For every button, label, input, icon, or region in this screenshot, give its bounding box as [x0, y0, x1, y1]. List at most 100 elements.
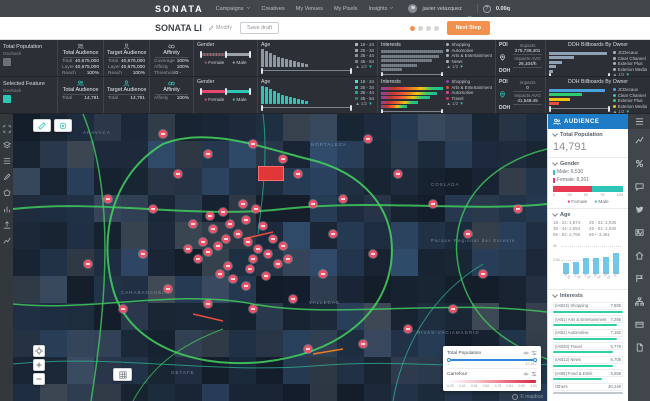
nav-creatives[interactable]: Creatives — [262, 6, 285, 12]
billboard-marker[interactable] — [264, 250, 272, 258]
strip-chart-button[interactable] — [628, 129, 650, 152]
interest-item[interactable]: (IAB1) Arts & Entertainment7,286 — [553, 315, 623, 326]
billboard-marker[interactable] — [249, 305, 257, 313]
strip-flag-button[interactable] — [628, 267, 650, 290]
nav-my-pixels[interactable]: My Pixels — [334, 6, 358, 12]
nav-my-venues[interactable]: My Venues — [296, 6, 323, 12]
billboard-marker[interactable] — [294, 170, 302, 178]
legend-pager[interactable]: ▲ 1/2 ▼ — [446, 64, 492, 70]
billboard-marker[interactable] — [104, 195, 112, 203]
billboard-marker[interactable] — [394, 170, 402, 178]
billboard-marker[interactable] — [189, 220, 197, 228]
billboard-marker[interactable] — [239, 200, 247, 208]
slider-handle-left[interactable] — [200, 51, 202, 58]
slider-handle-mid[interactable] — [225, 88, 227, 95]
wizard-step-1[interactable] — [410, 26, 415, 31]
gender-range-slider[interactable] — [201, 90, 250, 93]
sliders-icon[interactable] — [531, 350, 537, 356]
billboard-marker[interactable] — [429, 200, 437, 208]
billboard-marker[interactable] — [319, 270, 327, 278]
billboard-marker[interactable] — [214, 242, 222, 250]
billboard-marker[interactable] — [329, 230, 337, 238]
billboard-marker[interactable] — [204, 300, 212, 308]
billboard-marker[interactable] — [216, 270, 224, 278]
slider-handle-left[interactable] — [200, 88, 202, 95]
billboard-marker[interactable] — [222, 235, 230, 243]
billboard-marker[interactable] — [199, 238, 207, 246]
billboard-marker[interactable] — [119, 305, 127, 313]
billboard-marker[interactable] — [369, 250, 377, 258]
doh-range-slider[interactable] — [549, 108, 610, 109]
billboard-marker[interactable] — [234, 230, 242, 238]
billboard-marker[interactable] — [164, 285, 172, 293]
billboard-marker[interactable] — [279, 155, 287, 163]
zoom-in-button[interactable] — [33, 359, 45, 371]
nav-insights[interactable]: Insights — [368, 5, 394, 12]
billboard-marker[interactable] — [262, 272, 270, 280]
billboard-marker[interactable] — [204, 248, 212, 256]
billboard-marker[interactable] — [139, 250, 147, 258]
radius-tool-button[interactable] — [54, 119, 72, 132]
billboard-marker[interactable] — [339, 195, 347, 203]
next-step-button[interactable]: Next Step — [447, 21, 490, 35]
billboard-marker[interactable] — [359, 340, 367, 348]
user-avatar[interactable] — [408, 4, 417, 13]
billboard-marker[interactable] — [209, 225, 217, 233]
sliders-icon[interactable] — [531, 371, 537, 377]
selected-geohash-cell[interactable] — [258, 166, 284, 181]
billboard-marker[interactable] — [224, 262, 232, 270]
interest-item[interactable]: (IAB20) Travel6,778 — [553, 342, 623, 353]
slider-handle-right[interactable] — [441, 109, 443, 114]
pencil-icon[interactable] — [3, 168, 11, 177]
geolocate-button[interactable] — [33, 345, 45, 357]
billboard-marker[interactable] — [242, 216, 250, 224]
billboard-marker[interactable] — [254, 245, 262, 253]
billboard-marker[interactable] — [289, 295, 297, 303]
help-icon[interactable]: ? — [483, 5, 491, 13]
billboard-marker[interactable] — [219, 208, 227, 216]
slider-handle-right[interactable] — [249, 88, 251, 95]
strip-card-button[interactable] — [628, 313, 650, 336]
billboard-marker[interactable] — [206, 212, 214, 220]
slider-handle-left[interactable] — [381, 72, 383, 77]
interests-header[interactable]: Interests — [553, 293, 623, 299]
interest-item[interactable]: (IAB2) Automotive7,182 — [553, 329, 623, 340]
billboard-marker[interactable] — [204, 150, 212, 158]
billboard-marker[interactable] — [404, 325, 412, 333]
gender-header[interactable]: Gender — [553, 161, 623, 167]
affinity-gradient-bar[interactable] — [448, 380, 536, 383]
billboard-marker[interactable] — [159, 130, 167, 138]
interest-item[interactable]: Others40,249 — [553, 383, 623, 394]
doh-range-slider[interactable] — [549, 76, 610, 77]
billboard-marker[interactable] — [226, 220, 234, 228]
wizard-step-3[interactable] — [426, 26, 431, 31]
strip-sitemap-button[interactable] — [628, 290, 650, 313]
slider-handle-left[interactable] — [549, 106, 551, 112]
billboard-marker[interactable] — [249, 255, 257, 263]
strip-menu-button[interactable] — [628, 114, 650, 129]
strip-file-button[interactable] — [628, 336, 650, 359]
population-range-slider[interactable] — [448, 359, 536, 361]
slider-handle-left[interactable] — [549, 73, 551, 76]
slider-handle-left[interactable] — [261, 68, 263, 74]
legend-pager[interactable]: ▲ 1/2 ▼ — [355, 101, 374, 107]
slider-handle-right[interactable] — [249, 51, 251, 58]
billboard-marker[interactable] — [259, 222, 267, 230]
interest-item[interactable]: (IAB8) Food & Drink5,558 — [553, 369, 623, 380]
basemap-button[interactable] — [113, 368, 132, 381]
total-population-header[interactable]: Total Population — [553, 132, 623, 138]
gender-range-slider[interactable] — [201, 53, 250, 56]
strip-chat-button[interactable] — [628, 175, 650, 198]
map-canvas[interactable]: Total Population 1 37,917 Carrefour 0.25… — [13, 114, 547, 401]
billboard-marker[interactable] — [229, 275, 237, 283]
strip-twitter-button[interactable] — [628, 198, 650, 221]
legend-pager[interactable]: ▲ 1/2 ▼ — [613, 72, 647, 76]
billboard-marker[interactable] — [244, 238, 252, 246]
billboard-marker[interactable] — [149, 205, 157, 213]
user-name[interactable]: javier velazquez — [422, 6, 461, 12]
eye-icon[interactable] — [523, 371, 529, 377]
billboard-marker[interactable] — [449, 305, 457, 313]
wizard-step-dots[interactable] — [410, 26, 439, 31]
interest-item[interactable]: (IAB22) Shopping7,885 — [553, 302, 623, 313]
billboard-marker[interactable] — [284, 255, 292, 263]
